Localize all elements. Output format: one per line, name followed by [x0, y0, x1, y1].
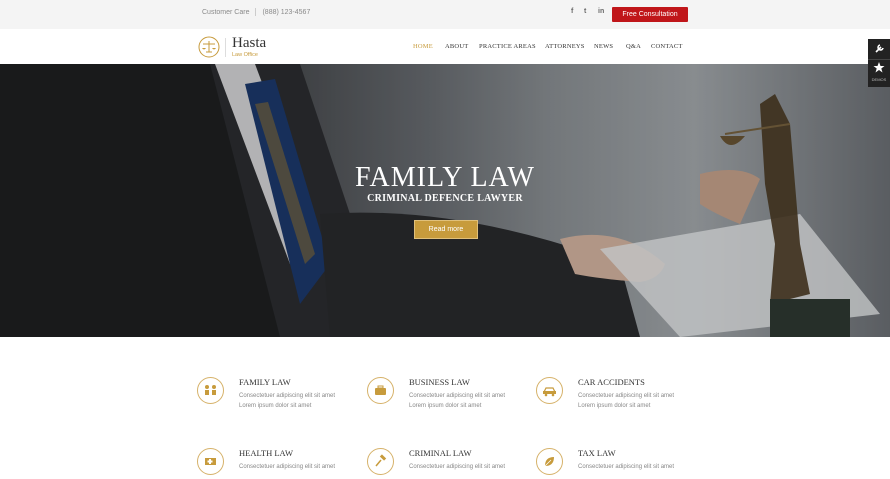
service-business-law[interactable]: BUSINESS LAW Consectetuer adipiscing eli… — [367, 377, 527, 417]
divider — [255, 8, 257, 16]
gavel-icon — [375, 454, 387, 467]
service-text: Consectetuer adipiscing elit sit amet — [239, 393, 336, 399]
top-bar: Customer Care (888) 123-4567 f t in Free … — [0, 0, 890, 29]
service-title: BUSINESS LAW — [409, 377, 470, 387]
phone-number[interactable]: (888) 123-4567 — [262, 9, 310, 16]
service-title: TAX LAW — [578, 448, 616, 458]
demos-tool-button[interactable]: DEMOS — [868, 60, 890, 87]
nav-home[interactable]: HOME — [413, 43, 433, 50]
service-title: FAMILY LAW — [239, 377, 291, 387]
service-car-accidents[interactable]: CAR ACCIDENTS Consectetuer adipiscing el… — [536, 377, 696, 417]
side-tools-panel: DEMOS — [868, 39, 890, 87]
linkedin-icon[interactable]: in — [598, 8, 604, 15]
service-title: CRIMINAL LAW — [409, 448, 472, 458]
service-text: Consectetuer adipiscing elit sit amet — [409, 393, 506, 399]
facebook-icon[interactable]: f — [571, 8, 573, 15]
service-tax-law[interactable]: TAX LAW Consectetuer adipiscing elit sit… — [536, 448, 696, 478]
briefcase-icon — [375, 385, 386, 395]
service-text: Consectetuer adipiscing elit sit amet — [409, 464, 506, 470]
customer-care: Customer Care (888) 123-4567 — [202, 8, 310, 16]
service-text: Consectetuer adipiscing elit sit amet — [578, 393, 675, 399]
wrench-icon — [875, 44, 884, 53]
nav-attorneys[interactable]: ATTORNEYS — [545, 43, 585, 50]
nav-contact[interactable]: CONTACT — [651, 43, 683, 50]
hero-title: FAMILY LAW — [355, 162, 535, 193]
demos-label: DEMOS — [871, 77, 887, 82]
star-icon — [873, 62, 885, 73]
service-title: HEALTH LAW — [239, 448, 294, 458]
service-icon-circle — [536, 377, 563, 404]
nav-news[interactable]: NEWS — [594, 43, 613, 50]
twitter-icon[interactable]: t — [584, 8, 586, 15]
brand-name[interactable]: Hasta — [232, 35, 266, 52]
nav-qa[interactable]: Q&A — [626, 43, 641, 50]
settings-tool-button[interactable] — [868, 39, 890, 60]
service-title: CAR ACCIDENTS — [578, 377, 645, 387]
logo-divider — [225, 38, 226, 57]
header: Hasta Law Office HOME ABOUT PRACTICE ARE… — [0, 29, 890, 65]
service-text: Lorem ipsum dolor sit amet — [578, 403, 651, 409]
service-text: Lorem ipsum dolor sit amet — [239, 403, 312, 409]
scales-logo-icon[interactable] — [198, 36, 220, 58]
service-health-law[interactable]: HEALTH LAW Consectetuer adipiscing elit … — [197, 448, 357, 478]
service-text: Consectetuer adipiscing elit sit amet — [239, 464, 336, 470]
service-text: Consectetuer adipiscing elit sit amet — [578, 464, 675, 470]
hero-banner: FAMILY LAW CRIMINAL DEFENCE LAWYER Read … — [0, 64, 890, 337]
service-family-law[interactable]: FAMILY LAW Consectetuer adipiscing elit … — [197, 377, 357, 417]
service-criminal-law[interactable]: CRIMINAL LAW Consectetuer adipiscing eli… — [367, 448, 527, 478]
service-text: Lorem ipsum dolor sit amet — [409, 403, 482, 409]
nav-practice-areas[interactable]: PRACTICE AREAS — [479, 43, 536, 50]
service-icon-circle — [367, 377, 394, 404]
free-consultation-button[interactable]: Free Consultation — [612, 7, 688, 22]
brand-tagline: Law Office — [232, 52, 258, 58]
ambulance-icon — [205, 458, 216, 465]
read-more-button[interactable]: Read more — [414, 220, 478, 239]
customer-care-label: Customer Care — [202, 8, 250, 16]
nav-about[interactable]: ABOUT — [445, 43, 468, 50]
leaf-icon — [544, 457, 554, 467]
family-icon — [205, 385, 216, 395]
hero-subtitle: CRIMINAL DEFENCE LAWYER — [367, 193, 523, 204]
car-icon — [543, 387, 556, 397]
service-icon-circle — [197, 377, 224, 404]
